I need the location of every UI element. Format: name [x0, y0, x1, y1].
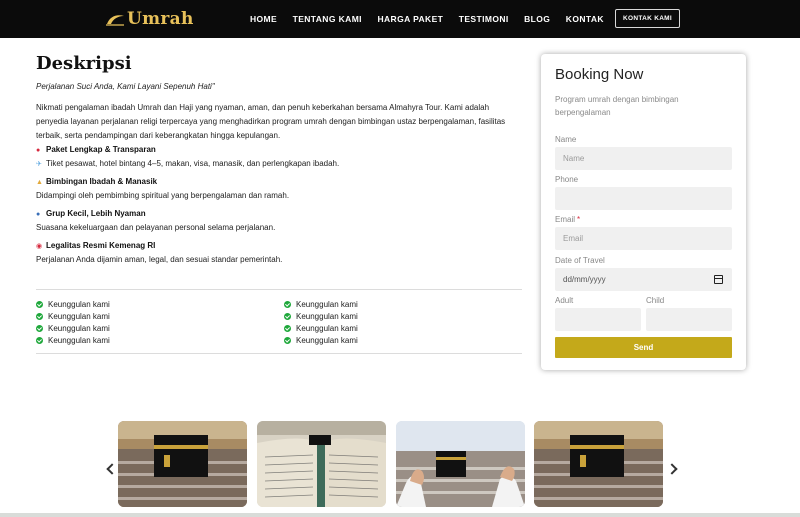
crescent-logo-icon [106, 15, 124, 26]
feature-title: Grup Kecil, Lebih Nyaman [46, 209, 146, 218]
check-circle-icon [36, 336, 43, 344]
gallery-slide-kaaba[interactable] [118, 421, 247, 507]
check-circle-icon [284, 312, 291, 320]
feature-title: Legalitas Resmi Kemenag RI [46, 241, 156, 250]
target-icon: ◉ [36, 243, 43, 250]
check-circle-icon [284, 336, 291, 344]
name-input[interactable]: Name [555, 147, 732, 170]
divider [36, 353, 522, 354]
booking-form: Booking Now Program umrah dengan bimbing… [541, 54, 746, 370]
page-title: Deskripsi [36, 53, 132, 74]
calendar-icon[interactable] [714, 275, 723, 284]
advantage-label: Keunggulan kami [48, 323, 110, 333]
date-label: Date of Travel [555, 256, 605, 265]
required-marker: * [577, 215, 581, 224]
list-item: Keunggulan kami [284, 310, 358, 322]
child-label: Child [646, 296, 665, 305]
chevron-right-icon[interactable] [668, 462, 678, 476]
gallery-slide-quran[interactable] [257, 421, 386, 507]
adult-label: Adult [555, 296, 574, 305]
date-placeholder: dd/mm/yyyy [563, 275, 606, 284]
nav-blog[interactable]: BLOG [524, 14, 550, 24]
send-button[interactable]: Send [555, 337, 732, 358]
nav-tentang-kami[interactable]: TENTANG KAMI [293, 14, 362, 24]
divider [36, 289, 522, 290]
praying-hands-kaaba-image [396, 421, 525, 507]
airplane-icon: ✈ [36, 160, 42, 168]
chevron-left-icon[interactable] [105, 462, 115, 476]
feature-desc: Suasana kekeluargaan dan pelayanan perso… [36, 222, 276, 232]
email-label: Email * [555, 215, 580, 224]
list-item: Keunggulan kami [284, 298, 358, 310]
advantage-label: Keunggulan kami [48, 335, 110, 345]
nav-testimoni[interactable]: TESTIMONI [459, 14, 509, 24]
booking-title: Booking Now [555, 66, 644, 83]
adult-input[interactable] [555, 308, 641, 331]
nav-harga-paket[interactable]: HARGA PAKET [377, 14, 443, 24]
date-input[interactable]: dd/mm/yyyy [555, 268, 732, 291]
booking-subtitle: Program umrah dengan bimbingan berpengal… [555, 95, 679, 117]
kaaba-crowd-image [118, 421, 247, 507]
check-circle-icon [284, 324, 291, 332]
footer-strip [0, 513, 800, 517]
intro-text: Nikmati pengalaman ibadah Umrah dan Haji… [36, 103, 506, 140]
phone-input[interactable] [555, 187, 732, 210]
feature-item: ● Paket Lengkap & Transparan ✈ Tiket pesaw… [36, 144, 522, 171]
list-item: Keunggulan kami [284, 322, 358, 334]
list-item: Keunggulan kami [36, 322, 110, 334]
brand-logo[interactable]: Umrah [104, 7, 194, 31]
pin-icon: ● [36, 147, 41, 154]
nav-kontak[interactable]: KONTAK [566, 14, 604, 24]
feature-item: ◉ Legalitas Resmi Kemenag RI Perjalanan A… [36, 240, 522, 266]
feature-desc: Tiket pesawat, hotel bintang 4–5, makan,… [46, 158, 340, 168]
advantage-label: Keunggulan kami [296, 299, 358, 309]
quran-image [257, 421, 386, 507]
feature-desc: Didampingi oleh pembimbing spiritual yan… [36, 190, 290, 200]
advantage-label: Keunggulan kami [296, 323, 358, 333]
prayer-icon: ▲ [36, 179, 43, 186]
email-input[interactable]: Email [555, 227, 732, 250]
list-item: Keunggulan kami [284, 334, 358, 346]
name-label: Name [555, 135, 577, 144]
brand-name: Umrah [127, 9, 194, 29]
check-circle-icon [284, 300, 291, 308]
check-circle-icon [36, 312, 43, 320]
feature-title: Bimbingan Ibadah & Manasik [46, 177, 158, 186]
nav-home[interactable]: HOME [250, 14, 277, 24]
list-item: Keunggulan kami [36, 298, 110, 310]
advantage-label: Keunggulan kami [296, 335, 358, 345]
advantage-label: Keunggulan kami [48, 311, 110, 321]
group-icon: ● [36, 211, 41, 218]
child-input[interactable] [646, 308, 732, 331]
advantage-label: Keunggulan kami [296, 311, 358, 321]
name-placeholder: Name [563, 154, 585, 163]
feature-title: Paket Lengkap & Transparan [46, 145, 156, 154]
list-item: Keunggulan kami [36, 334, 110, 346]
feature-item: ▲ Bimbingan Ibadah & Manasik Didampingi o… [36, 176, 522, 202]
email-label-text: Email [555, 215, 576, 224]
email-placeholder: Email [563, 234, 584, 243]
feature-item: ● Grup Kecil, Lebih Nyaman Suasana kekelu… [36, 208, 522, 234]
advantage-label: Keunggulan kami [48, 299, 110, 309]
gallery-slide-prayer[interactable] [396, 421, 525, 507]
phone-label: Phone [555, 175, 579, 184]
contact-us-button[interactable]: KONTAK KAMI [615, 9, 680, 28]
nav-menu: HOME TENTANG KAMI HARGA PAKET TESTIMONI … [250, 0, 619, 38]
tagline: Perjalanan Suci Anda, Kami Layani Sepenu… [36, 82, 215, 91]
check-circle-icon [36, 300, 43, 308]
list-item: Keunggulan kami [36, 310, 110, 322]
kaaba-crowd-image [534, 421, 663, 507]
navbar: Umrah HOME TENTANG KAMI HARGA PAKET TEST… [0, 0, 800, 38]
feature-desc: Perjalanan Anda dijamin aman, legal, dan… [36, 254, 283, 264]
gallery-slide-kaaba[interactable] [534, 421, 663, 507]
check-circle-icon [36, 324, 43, 332]
